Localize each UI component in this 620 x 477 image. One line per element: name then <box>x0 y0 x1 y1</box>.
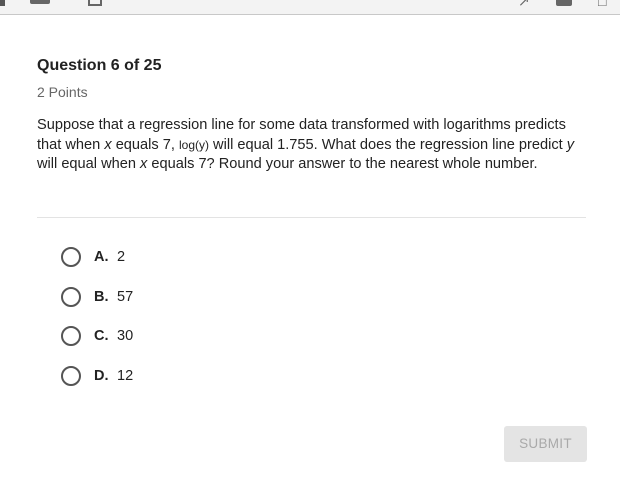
option-value: 12 <box>117 367 134 384</box>
option-letter: D. <box>94 367 109 384</box>
menu-icon[interactable] <box>0 0 5 6</box>
question-text-part: will equal when <box>37 156 141 173</box>
home-icon[interactable] <box>30 0 50 4</box>
divider <box>37 217 586 218</box>
option-value: 2 <box>117 249 126 265</box>
document-icon <box>88 0 102 6</box>
question-points: 2 Points <box>37 84 88 100</box>
radio-button[interactable] <box>61 365 81 386</box>
option-letter: A. <box>94 249 109 265</box>
radio-button[interactable] <box>61 286 81 307</box>
expand-icon[interactable]: □ <box>598 0 606 8</box>
question-text: Suppose that a regression line for some … <box>37 116 589 175</box>
option-a[interactable]: A. 2 <box>61 245 133 269</box>
option-value: 57 <box>117 288 134 305</box>
answer-options: A. 2 B. 57 C. 30 D. 12 <box>61 245 133 403</box>
variable-y: y <box>566 136 575 153</box>
question-panel: Question 6 of 25 2 Points Suppose that a… <box>37 56 589 175</box>
question-text-part: will equal 1.755. What does the regressi… <box>209 136 567 153</box>
option-value: 30 <box>117 328 134 345</box>
question-title: Question 6 of 25 <box>37 57 162 74</box>
option-letter: B. <box>94 288 109 305</box>
radio-button[interactable] <box>61 326 81 347</box>
option-letter: C. <box>94 328 109 345</box>
top-toolbar: ↗ □ <box>0 0 620 15</box>
question-text-part: equals 7? Round your answer to the neare… <box>147 156 538 173</box>
option-d[interactable]: D. 12 <box>61 364 133 388</box>
translate-icon[interactable]: ↗ <box>518 0 530 8</box>
option-b[interactable]: B. 57 <box>61 285 133 309</box>
option-c[interactable]: C. 30 <box>61 324 133 348</box>
user-icon[interactable] <box>556 0 572 6</box>
radio-button[interactable] <box>61 247 81 267</box>
question-text-part: equals 7, <box>111 136 179 153</box>
math-expression: log(y) <box>178 137 209 152</box>
variable-x: x <box>104 136 112 153</box>
submit-button[interactable]: SUBMIT <box>504 426 587 462</box>
